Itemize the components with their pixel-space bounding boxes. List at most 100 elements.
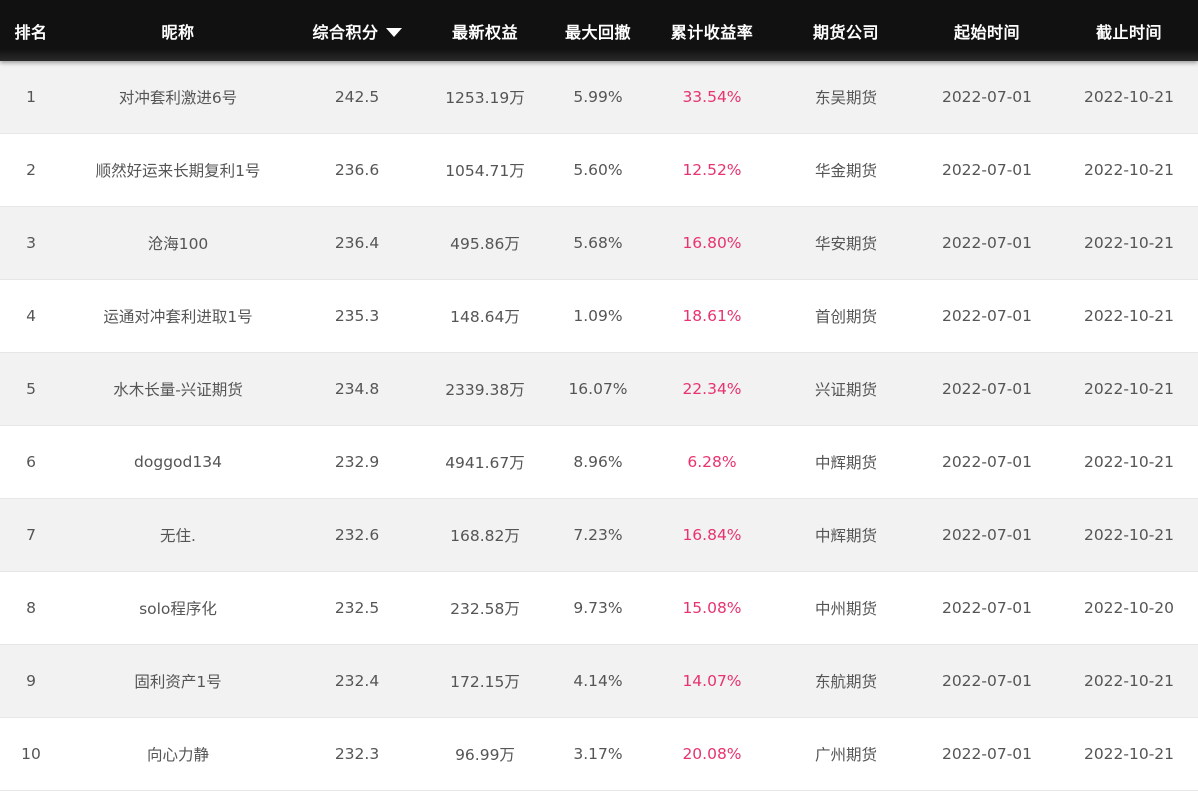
header-end[interactable]: 截止时间 [1060, 19, 1198, 43]
name-cell[interactable]: 对冲套利激进6号 [62, 86, 294, 108]
header-return[interactable]: 累计收益率 [646, 19, 778, 43]
ranking-table: 排名 昵称 综合积分 最新权益 最大回撤 累计收益率 期货公司 起始时间 截止时… [0, 0, 1198, 791]
rank-cell: 8 [26, 599, 36, 617]
equity-cell: 96.99万 [455, 746, 515, 764]
equity-cell: 168.82万 [450, 527, 520, 545]
company-cell: 华安期货 [814, 235, 877, 253]
table-row[interactable]: 7 无住. 232.6 168.82万 7.23% 16.84% 中辉期货 20… [0, 499, 1198, 572]
end-date-cell: 2022-10-20 [1083, 599, 1175, 617]
rank-cell: 5 [26, 380, 36, 398]
rank-cell: 1 [26, 88, 36, 106]
score-cell: 232.3 [334, 745, 380, 763]
table-row[interactable]: 5 水木长量-兴证期货 234.8 2339.38万 16.07% 22.34%… [0, 353, 1198, 426]
return-cell: 6.28% [687, 453, 737, 471]
name-cell[interactable]: 向心力静 [62, 743, 294, 765]
return-cell: 16.84% [682, 526, 742, 544]
name-cell[interactable]: 运通对冲套利进取1号 [62, 305, 294, 327]
company-cell: 中辉期货 [814, 527, 877, 545]
table-row[interactable]: 6 doggod134 232.9 4941.67万 8.96% 6.28% 中… [0, 426, 1198, 499]
return-cell: 16.80% [682, 234, 742, 252]
score-cell: 236.4 [334, 234, 380, 252]
end-date-cell: 2022-10-21 [1083, 161, 1175, 179]
company-cell: 广州期货 [814, 746, 877, 764]
rank-cell: 3 [26, 234, 36, 252]
start-date-cell: 2022-07-01 [941, 161, 1033, 179]
end-date-cell: 2022-10-21 [1083, 526, 1175, 544]
score-cell: 234.8 [334, 380, 380, 398]
score-cell: 232.4 [334, 672, 380, 690]
company-cell: 兴证期货 [814, 381, 877, 399]
drawdown-cell: 5.68% [573, 234, 623, 252]
header-start[interactable]: 起始时间 [914, 19, 1060, 43]
end-date-cell: 2022-10-21 [1083, 380, 1175, 398]
table-row[interactable]: 2 顺然好运来长期复利1号 236.6 1054.71万 5.60% 12.52… [0, 134, 1198, 207]
start-date-cell: 2022-07-01 [941, 234, 1033, 252]
header-score-label: 综合积分 [312, 22, 379, 42]
start-date-cell: 2022-07-01 [941, 672, 1033, 690]
name-cell[interactable]: doggod134 [62, 453, 294, 471]
drawdown-cell: 4.14% [573, 672, 623, 690]
end-date-cell: 2022-10-21 [1083, 745, 1175, 763]
rank-cell: 2 [26, 161, 36, 179]
table-row[interactable]: 4 运通对冲套利进取1号 235.3 148.64万 1.09% 18.61% … [0, 280, 1198, 353]
score-cell: 232.9 [334, 453, 380, 471]
table-row[interactable]: 8 solo程序化 232.5 232.58万 9.73% 15.08% 中州期… [0, 572, 1198, 645]
name-cell[interactable]: 沧海100 [62, 232, 294, 254]
return-cell: 12.52% [682, 161, 742, 179]
header-rank[interactable]: 排名 [0, 19, 62, 43]
header-equity[interactable]: 最新权益 [420, 19, 550, 43]
company-cell: 东航期货 [814, 673, 877, 691]
company-cell: 首创期货 [814, 308, 877, 326]
score-cell: 242.5 [334, 88, 380, 106]
start-date-cell: 2022-07-01 [941, 380, 1033, 398]
table-header: 排名 昵称 综合积分 最新权益 最大回撤 累计收益率 期货公司 起始时间 截止时… [0, 0, 1198, 61]
equity-cell: 495.86万 [450, 235, 520, 253]
name-cell[interactable]: 无住. [62, 524, 294, 546]
score-cell: 232.6 [334, 526, 380, 544]
start-date-cell: 2022-07-01 [941, 526, 1033, 544]
equity-cell: 2339.38万 [445, 381, 525, 399]
equity-cell: 1253.19万 [445, 89, 525, 107]
table-row[interactable]: 10 向心力静 232.3 96.99万 3.17% 20.08% 广州期货 2… [0, 718, 1198, 791]
name-cell[interactable]: solo程序化 [62, 597, 294, 619]
score-cell: 236.6 [334, 161, 380, 179]
equity-cell: 172.15万 [450, 673, 520, 691]
name-cell[interactable]: 水木长量-兴证期货 [62, 378, 294, 400]
company-cell: 中州期货 [814, 600, 877, 618]
table-row[interactable]: 1 对冲套利激进6号 242.5 1253.19万 5.99% 33.54% 东… [0, 61, 1198, 134]
start-date-cell: 2022-07-01 [941, 745, 1033, 763]
return-cell: 15.08% [682, 599, 742, 617]
end-date-cell: 2022-10-21 [1083, 453, 1175, 471]
table-row[interactable]: 3 沧海100 236.4 495.86万 5.68% 16.80% 华安期货 … [0, 207, 1198, 280]
score-cell: 235.3 [334, 307, 380, 325]
end-date-cell: 2022-10-21 [1083, 307, 1175, 325]
name-cell[interactable]: 顺然好运来长期复利1号 [62, 159, 294, 181]
return-cell: 33.54% [682, 88, 742, 106]
return-cell: 18.61% [682, 307, 742, 325]
header-score[interactable]: 综合积分 [294, 19, 420, 43]
header-drawdown[interactable]: 最大回撤 [550, 19, 646, 43]
end-date-cell: 2022-10-21 [1083, 234, 1175, 252]
drawdown-cell: 3.17% [573, 745, 623, 763]
header-name[interactable]: 昵称 [62, 19, 294, 43]
header-company[interactable]: 期货公司 [778, 19, 914, 43]
end-date-cell: 2022-10-21 [1083, 88, 1175, 106]
equity-cell: 1054.71万 [445, 162, 525, 180]
return-cell: 22.34% [682, 380, 742, 398]
drawdown-cell: 7.23% [573, 526, 623, 544]
start-date-cell: 2022-07-01 [941, 599, 1033, 617]
score-cell: 232.5 [334, 599, 380, 617]
company-cell: 华金期货 [814, 162, 877, 180]
company-cell: 东吴期货 [814, 89, 877, 107]
return-cell: 14.07% [682, 672, 742, 690]
name-cell[interactable]: 固利资产1号 [62, 670, 294, 692]
drawdown-cell: 9.73% [573, 599, 623, 617]
table-row[interactable]: 9 固利资产1号 232.4 172.15万 4.14% 14.07% 东航期货… [0, 645, 1198, 718]
caret-down-icon[interactable] [385, 27, 402, 37]
drawdown-cell: 5.60% [573, 161, 623, 179]
return-cell: 20.08% [682, 745, 742, 763]
equity-cell: 4941.67万 [445, 454, 525, 472]
start-date-cell: 2022-07-01 [941, 307, 1033, 325]
drawdown-cell: 16.07% [568, 380, 628, 398]
rank-cell: 7 [26, 526, 36, 544]
